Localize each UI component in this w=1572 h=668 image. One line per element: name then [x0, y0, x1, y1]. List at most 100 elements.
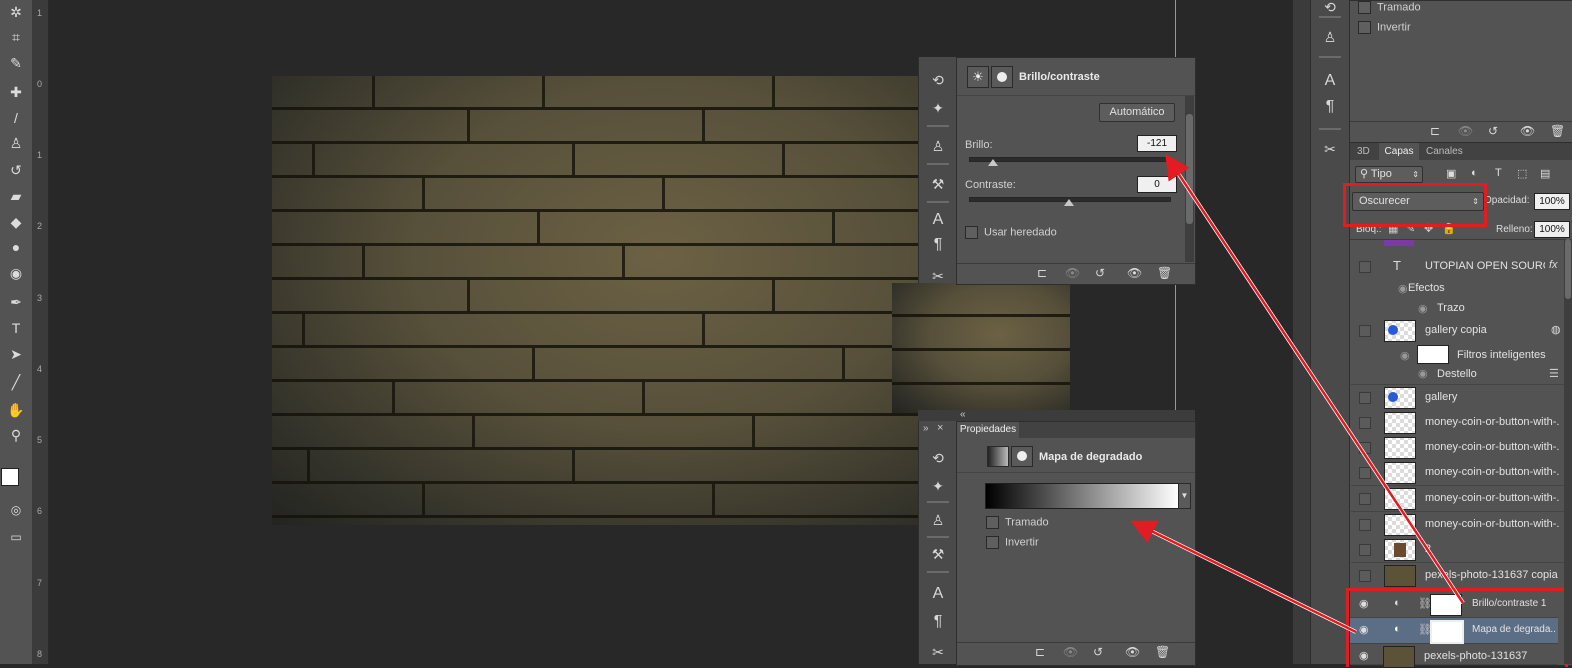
clip-to-layer-icon[interactable]: ⊏	[1430, 124, 1440, 138]
visibility-toggle[interactable]	[1359, 442, 1371, 454]
view-previous-icon[interactable]: 👁	[1065, 266, 1080, 280]
layer-name[interactable]: money-coin-or-button-with-...	[1425, 492, 1560, 504]
invertir-checkbox[interactable]	[986, 536, 999, 549]
zoom-icon[interactable]: ⚲	[5, 425, 27, 445]
visibility-toggle[interactable]	[1359, 417, 1371, 429]
layer-row[interactable]: pexels-photo-131637 copia	[1351, 563, 1565, 589]
tab-capas[interactable]: Capas	[1379, 143, 1419, 160]
crop-icon[interactable]: ⌗	[5, 27, 27, 47]
tools-icon[interactable]: ✂	[919, 263, 957, 289]
eraser-icon[interactable]: ▰	[5, 186, 27, 206]
opacity-input[interactable]: 100%	[1534, 193, 1570, 210]
tab-canales[interactable]: Canales	[1426, 146, 1463, 157]
screen-mode-icon[interactable]: ▭	[5, 527, 27, 547]
brillo-input[interactable]: -121	[1137, 135, 1177, 152]
visibility-toggle[interactable]	[1359, 570, 1371, 582]
visibility-toggle[interactable]	[1359, 261, 1371, 273]
shape-filter-icon[interactable]: ⬚	[1517, 167, 1527, 180]
history-icon[interactable]: ⟲	[919, 445, 957, 471]
paragraph-icon[interactable]: ¶	[919, 609, 957, 635]
layer-name[interactable]: money-coin-or-button-with-...	[1425, 416, 1560, 428]
legacy-checkbox[interactable]	[965, 226, 978, 239]
contraste-input[interactable]: 0	[1137, 176, 1177, 193]
layer-row[interactable]: money-coin-or-button-with-...	[1351, 512, 1565, 538]
visibility-toggle[interactable]	[1359, 544, 1371, 556]
reset-icon[interactable]: ↺	[1093, 645, 1103, 659]
layer-name[interactable]: 2	[1425, 543, 1560, 555]
layer-name[interactable]: pexels-photo-131637	[1424, 650, 1559, 662]
tramado-row[interactable]: Tramado	[986, 516, 1049, 529]
visibility-icon[interactable]: 👁	[1520, 124, 1535, 138]
collapse-icon[interactable]: «	[960, 409, 966, 420]
layer-effect-row[interactable]: ◉ Trazo	[1351, 298, 1565, 318]
layer-row[interactable]: money-coin-or-button-with-...	[1351, 460, 1565, 486]
view-previous-icon[interactable]: 👁	[1458, 124, 1473, 138]
history-brush-icon[interactable]: ↺	[5, 160, 27, 180]
foreground-color-swatch[interactable]	[1, 468, 19, 486]
eye-icon[interactable]: ◉	[1359, 597, 1369, 610]
eye-icon[interactable]: ◉	[1418, 367, 1428, 380]
tab-propiedades[interactable]: Propiedades	[957, 422, 1019, 438]
tab-3d[interactable]: 3D	[1357, 146, 1370, 157]
visibility-toggle[interactable]	[1359, 493, 1371, 505]
image-filter-icon[interactable]: ▣	[1446, 167, 1456, 180]
visibility-icon[interactable]: 👁	[1127, 266, 1142, 280]
paragraph-icon[interactable]: ¶	[1311, 94, 1349, 120]
gradient-bar[interactable]	[985, 483, 1179, 509]
path-select-icon[interactable]: ➤	[5, 344, 27, 364]
eye-icon[interactable]: ◉	[1359, 623, 1369, 636]
contraste-slider-knob[interactable]	[1064, 199, 1074, 206]
tool-presets-icon[interactable]: ⚒	[919, 171, 957, 197]
history-icon[interactable]: ⟲	[919, 67, 957, 93]
visibility-toggle[interactable]	[1359, 519, 1371, 531]
trash-icon[interactable]: 🗑	[1155, 645, 1170, 659]
invertir-row[interactable]: Invertir	[986, 536, 1039, 549]
paint-bucket-icon[interactable]: ◆	[5, 212, 27, 232]
invertir-row[interactable]: Invertir	[1358, 21, 1411, 34]
eye-icon[interactable]: ◉	[1418, 302, 1428, 315]
magic-wand-icon[interactable]: ✲	[5, 2, 27, 22]
layers-scrollbar[interactable]	[1564, 239, 1572, 664]
layer-name[interactable]: Mapa de degrada...	[1472, 624, 1556, 635]
layer-name[interactable]: pexels-photo-131637 copia	[1425, 569, 1560, 581]
mask-icon[interactable]	[991, 66, 1013, 88]
tools-icon[interactable]: ✂	[919, 639, 957, 665]
quick-mask-icon[interactable]: ◎	[5, 500, 27, 520]
filter-options-icon[interactable]: ☰	[1549, 367, 1559, 380]
clone-source-icon[interactable]: ♙	[1311, 24, 1349, 50]
layer-effects-row[interactable]: ◉ Efectos	[1351, 278, 1565, 298]
panel-scrollbar[interactable]	[1185, 96, 1194, 262]
canvas-image-edge[interactable]	[892, 283, 1070, 413]
gradient-dropdown-icon[interactable]: ▼	[1178, 483, 1191, 509]
brillo-slider-knob[interactable]	[988, 159, 998, 166]
layer-row[interactable]: money-coin-or-button-with-...	[1351, 435, 1565, 461]
layer-row-brillo-contraste[interactable]: ◉ ◐ ⛓ Brillo/contraste 1	[1350, 592, 1558, 618]
tool-presets-icon[interactable]: ⚒	[919, 541, 957, 567]
layer-row-pexels[interactable]: ◉ pexels-photo-131637	[1350, 644, 1559, 668]
brush-presets-icon[interactable]: ✦	[919, 473, 957, 499]
type-filter-icon[interactable]: T	[1495, 167, 1502, 179]
paragraph-icon[interactable]: ¶	[919, 232, 957, 258]
layer-name[interactable]: money-coin-or-button-with-...	[1425, 518, 1560, 530]
eye-icon[interactable]: ◉	[1400, 349, 1410, 362]
layer-row[interactable]: money-coin-or-button-with-...	[1351, 486, 1565, 512]
brillo-slider[interactable]	[969, 157, 1171, 162]
visibility-icon[interactable]: 👁	[1125, 645, 1140, 659]
eyedropper-icon[interactable]: ✎	[5, 53, 27, 73]
clone-source-icon[interactable]: ♙	[919, 507, 957, 533]
layer-name[interactable]: UTOPIAN OPEN SOURCE...	[1425, 260, 1545, 272]
character-icon[interactable]: A	[1311, 68, 1349, 94]
tramado-checkbox[interactable]	[1358, 1, 1371, 14]
hand-icon[interactable]: ✋	[5, 400, 27, 420]
expand-icon[interactable]: »	[923, 423, 929, 434]
character-icon[interactable]: A	[919, 581, 957, 607]
type-icon[interactable]: T	[5, 318, 27, 338]
clone-stamp-icon[interactable]: ♙	[5, 133, 27, 153]
character-icon[interactable]: A	[919, 207, 957, 233]
close-icon[interactable]: ×	[937, 422, 943, 434]
dodge-icon[interactable]: ◉	[5, 263, 27, 283]
layer-row[interactable]: money-coin-or-button-with-...	[1351, 410, 1565, 436]
auto-button[interactable]: Automático	[1099, 103, 1175, 122]
clip-to-layer-icon[interactable]: ⊏	[1037, 266, 1047, 280]
pen-icon[interactable]: ✒	[5, 292, 27, 312]
